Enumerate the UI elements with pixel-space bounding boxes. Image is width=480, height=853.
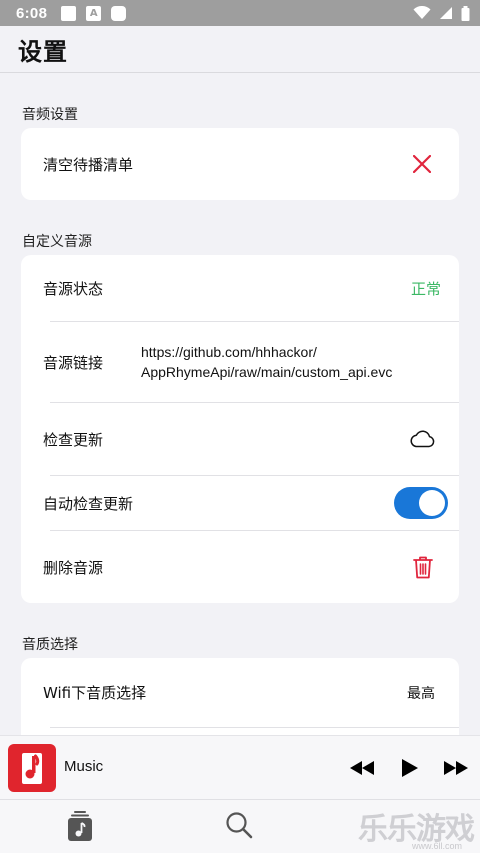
divider [50, 727, 459, 728]
wifi-quality-label: Wifi下音质选择 [43, 684, 147, 702]
auto-check-row: 自动检查更新 [21, 476, 459, 531]
source-link-value: https://github.com/hhhackor/ AppRhymeApi… [141, 342, 392, 382]
source-status-value: 正常 [410, 279, 441, 298]
source-status-label: 音源状态 [43, 279, 104, 298]
notification-icon [61, 5, 77, 21]
section-title-quality: 音质选择 [22, 637, 78, 653]
play-icon[interactable] [396, 754, 424, 782]
cloud-icon[interactable] [409, 430, 435, 448]
wifi-icon [413, 6, 431, 19]
delete-source-label: 删除音源 [43, 558, 104, 577]
bottom-tab-bar: 乐乐游戏 www.6ll.com [0, 799, 480, 853]
clear-queue-label: 清空待播清单 [43, 155, 134, 174]
next-icon[interactable] [442, 754, 470, 782]
wifi-quality-row[interactable]: Wifi下音质选择 最高 [21, 658, 459, 727]
section-title-audio: 音频设置 [22, 107, 78, 123]
source-link-line-1: https://github.com/hhhackor/ [141, 344, 317, 360]
trash-icon[interactable] [413, 555, 433, 579]
watermark-url: www.6ll.com [411, 841, 462, 851]
source-link-label: 音源链接 [43, 353, 104, 372]
app-header: 设置 [0, 26, 480, 73]
status-bar: 6:08 A [0, 0, 480, 26]
custom-source-card: 音源状态 正常 音源链接 https://github.com/hhhackor… [21, 255, 459, 603]
album-art[interactable] [8, 744, 56, 792]
delete-source-row[interactable]: 删除音源 [21, 531, 459, 603]
auto-check-toggle[interactable] [394, 487, 448, 519]
status-time: 6:08 [16, 4, 48, 22]
notification-a-icon: A [86, 5, 102, 21]
tab-library-icon[interactable] [66, 810, 94, 842]
tab-search-icon[interactable] [224, 810, 254, 840]
track-title: Music [64, 758, 104, 775]
signal-icon [440, 7, 452, 19]
clear-queue-row[interactable]: 清空待播清单 [21, 128, 459, 200]
quality-card: Wifi下音质选择 最高 [21, 658, 459, 735]
mini-player[interactable]: Music [0, 735, 480, 799]
close-icon[interactable] [413, 155, 431, 173]
source-status-row: 音源状态 正常 [21, 255, 459, 321]
section-title-custom-source: 自定义音源 [22, 234, 92, 250]
previous-icon[interactable] [348, 754, 376, 782]
check-update-label: 检查更新 [43, 430, 104, 449]
page-title: 设置 [18, 37, 68, 66]
check-update-row[interactable]: 检查更新 [21, 403, 459, 475]
toggle-knob [419, 490, 445, 516]
notification-square-icon [111, 5, 127, 21]
source-link-line-2: AppRhymeApi/raw/main/custom_api.evc [141, 364, 393, 380]
audio-settings-card: 清空待播清单 [21, 128, 459, 200]
source-link-row[interactable]: 音源链接 https://github.com/hhhackor/ AppRhy… [21, 322, 459, 402]
settings-list[interactable]: 音频设置 清空待播清单 自定义音源 音源状态 正常 音源链接 https://g… [0, 74, 480, 735]
auto-check-label: 自动检查更新 [43, 495, 134, 513]
wifi-quality-value: 最高 [407, 685, 435, 702]
battery-icon [461, 5, 470, 21]
music-note-icon [22, 753, 42, 784]
